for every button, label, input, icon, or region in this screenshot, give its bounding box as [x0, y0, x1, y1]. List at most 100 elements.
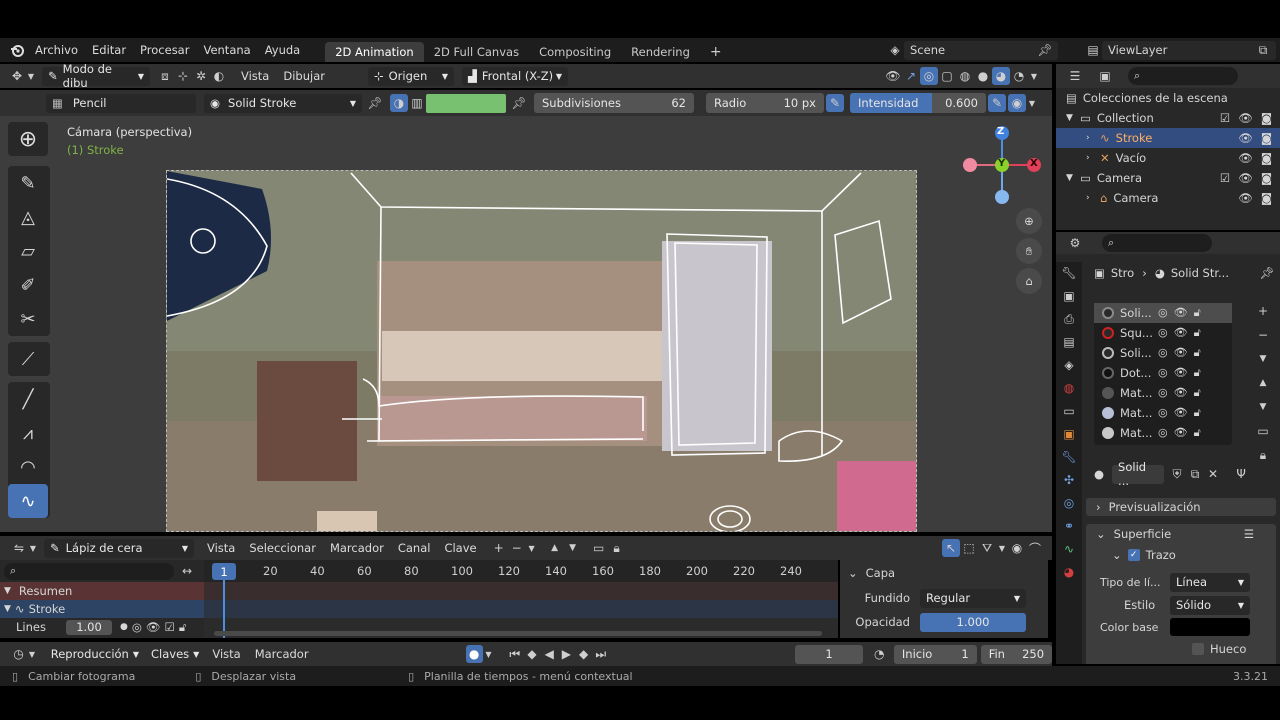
holdout-checkbox[interactable] — [1192, 643, 1204, 655]
eye-icon[interactable]: 👁︎ — [1174, 306, 1188, 320]
autokey-icon[interactable]: ⊹ — [174, 67, 192, 85]
base-color-swatch[interactable] — [1170, 618, 1250, 636]
onion-skin-icon[interactable]: ◎ — [1158, 426, 1168, 440]
navigation-gizmo[interactable]: Z Y X — [960, 124, 1044, 208]
render-camera-icon[interactable]: ◙ — [1261, 151, 1272, 165]
outliner-editor-icon[interactable]: ☰ — [1066, 67, 1084, 85]
world-tab-icon[interactable]: ◍ — [1060, 379, 1078, 397]
pin-icon[interactable]: 📌︎ — [510, 94, 528, 112]
channel-search-input[interactable]: ⌕ — [4, 562, 174, 580]
multiframe-icon[interactable]: ⧈ — [156, 67, 174, 85]
channel-layer[interactable]: Lines 1.00 ● ◎ 👁︎ ☑ 🔓︎ — [0, 618, 204, 636]
move-up-icon[interactable]: ▲ — [546, 539, 564, 557]
stroke-subpanel-header[interactable]: ⌄ ✓ Trazo — [1086, 544, 1276, 566]
chevron-down-icon[interactable]: ▼ — [1066, 173, 1080, 183]
move-down-icon[interactable]: ▼ — [564, 539, 582, 557]
radius-field[interactable]: Radio 10 px — [706, 93, 824, 113]
origin-selector[interactable]: ⊹ Origen ▼ — [367, 66, 454, 86]
solid-shading-icon[interactable]: ● — [974, 67, 992, 85]
lock-icon[interactable]: 🔓︎ — [1194, 326, 1201, 340]
slot-specials-icon[interactable]: ▼ — [1254, 350, 1272, 368]
surface-panel-header[interactable]: ⌄ Superficie ☰ — [1086, 524, 1276, 544]
dopesheet-menu-clave[interactable]: Clave — [437, 541, 483, 555]
zoom-button[interactable]: ⊕ — [1016, 208, 1042, 234]
viewport[interactable]: Cámara (perspectiva) (1) Stroke ⊕ ✎ ◬ ▱ … — [0, 116, 1052, 532]
blender-logo-icon[interactable] — [8, 41, 26, 59]
editor-type-icon[interactable]: ✥ — [8, 67, 26, 85]
eye-icon[interactable]: 👁︎ — [1174, 366, 1188, 380]
pan-button[interactable]: ✋︎ — [1016, 238, 1042, 264]
only-selected-icon[interactable]: ↖ — [942, 539, 960, 557]
frame-ruler[interactable]: 20 40 60 80 100 120 140 160 180 200 220 240 — [204, 560, 838, 582]
view-layer-tab-icon[interactable]: ▤ — [1060, 333, 1078, 351]
eye-icon[interactable]: 👁︎ — [1238, 191, 1253, 205]
tool-tab-icon[interactable]: 🔧︎ — [1060, 264, 1078, 282]
tool-line[interactable]: ╱ — [8, 382, 48, 416]
prev-key-icon[interactable]: ◆ — [523, 645, 540, 663]
eye-icon[interactable]: 👁︎ — [1238, 171, 1253, 185]
properties-editor-icon[interactable]: ⚙ — [1066, 234, 1084, 252]
opacity-field[interactable]: 1.000 — [920, 612, 1026, 632]
style-dropdown[interactable]: Sólido ▼ — [1170, 595, 1250, 615]
tab-rendering[interactable]: Rendering — [621, 42, 700, 62]
chevron-down-icon[interactable]: ▼ — [996, 539, 1008, 557]
lock-icon[interactable]: 🔓︎ — [1194, 366, 1201, 380]
eye-icon[interactable]: 👁︎ — [146, 620, 161, 634]
material-slot[interactable]: Dot... ◎ 👁︎ 🔓︎ — [1094, 363, 1232, 383]
select-box-icon[interactable]: ⬚ — [960, 539, 978, 557]
frame-field[interactable]: 1 — [795, 644, 863, 664]
collection-tab-icon[interactable]: ▭ — [1060, 402, 1078, 420]
material-selector[interactable]: ◉ Solid Stroke ▼ — [204, 93, 362, 113]
chevron-right-icon[interactable]: › — [1086, 153, 1100, 163]
material-slot[interactable]: Mat... ◎ 👁︎ 🔓︎ — [1094, 383, 1232, 403]
layer-visibility-icon[interactable]: ▭ — [590, 539, 608, 557]
chevron-down-icon[interactable]: ▼ — [1066, 113, 1080, 123]
remove-layer-icon[interactable]: − — [508, 539, 526, 557]
unlink-icon[interactable]: ✕ — [1204, 465, 1222, 483]
menu-procesar[interactable]: Procesar — [133, 43, 196, 57]
end-frame-field[interactable]: Fin 250 — [980, 644, 1053, 664]
gizmo-icon[interactable]: ↗ — [902, 67, 920, 85]
eye-icon[interactable]: 👁︎ — [1174, 386, 1188, 400]
chevron-down-icon[interactable]: ▼ — [26, 67, 36, 85]
move-up-icon[interactable]: ▲ — [1254, 374, 1272, 392]
tab-2d-full-canvas[interactable]: 2D Full Canvas — [424, 42, 529, 62]
chevron-down-icon[interactable]: ▼ — [1026, 94, 1038, 112]
play-icon[interactable]: ▶ — [558, 645, 575, 663]
tool-fill[interactable]: ◬ — [8, 200, 48, 234]
chevron-down-icon[interactable]: ▼ — [28, 539, 38, 557]
next-key-icon[interactable]: ◆ — [575, 645, 592, 663]
outliner-item-stroke[interactable]: › ∿ Stroke 👁︎ ◙ — [1056, 128, 1280, 148]
editor-type-icon[interactable]: ⇋ — [10, 539, 28, 557]
modifier-tab-icon[interactable]: 🔧︎ — [1060, 448, 1078, 466]
proportional-icon[interactable]: ◉ — [1008, 539, 1026, 557]
onion-skin-icon[interactable]: ◎ — [1158, 406, 1168, 420]
play-reverse-icon[interactable]: ◀ — [541, 645, 558, 663]
stopwatch-icon[interactable]: ◔ — [871, 645, 888, 663]
material-slot[interactable]: Soli... ◎ 👁︎ 🔓︎ — [1094, 343, 1232, 363]
onion-skin-icon[interactable]: ◎ — [1158, 326, 1168, 340]
onion-skin-icon[interactable]: ◎ — [1158, 346, 1168, 360]
node-tree-icon[interactable]: Ψ — [1232, 465, 1250, 483]
current-frame-indicator[interactable]: 1 — [212, 563, 236, 580]
tab-2d-animation[interactable]: 2D Animation — [325, 42, 424, 62]
scene-selector[interactable]: ◈ Scene 📌︎ — [886, 40, 1058, 60]
list-icon[interactable]: ☰ — [1244, 527, 1254, 541]
tab-compositing[interactable]: Compositing — [529, 42, 621, 62]
onion-skin-icon[interactable]: ◎ — [1158, 306, 1168, 320]
menu-archivo[interactable]: Archivo — [28, 43, 85, 57]
dopesheet-menu-vista[interactable]: Vista — [200, 541, 242, 555]
add-workspace-button[interactable]: + — [700, 42, 732, 62]
tool-cursor[interactable]: ⊕ — [8, 122, 48, 156]
clock-icon[interactable]: ◷ — [10, 645, 27, 663]
outliner-item-vacío[interactable]: › ✕ Vacío 👁︎ ◙ — [1056, 148, 1280, 168]
eye-icon[interactable]: 👁︎ — [1238, 131, 1253, 145]
overlays-icon[interactable]: ◎ — [920, 67, 938, 85]
viewport-menu-vista[interactable]: Vista — [234, 69, 276, 83]
orientation-selector[interactable]: ▟ Frontal (X-Z) ▼ — [461, 66, 568, 86]
lock-icon[interactable]: 🔒︎ — [608, 539, 626, 557]
preview-panel-header[interactable]: › Previsualización — [1086, 498, 1276, 516]
move-down-icon[interactable]: ▼ — [1254, 398, 1272, 416]
onion-skin-icon[interactable]: ◎ — [1158, 366, 1168, 380]
visibility-icon[interactable]: 👁︎ — [884, 67, 902, 85]
